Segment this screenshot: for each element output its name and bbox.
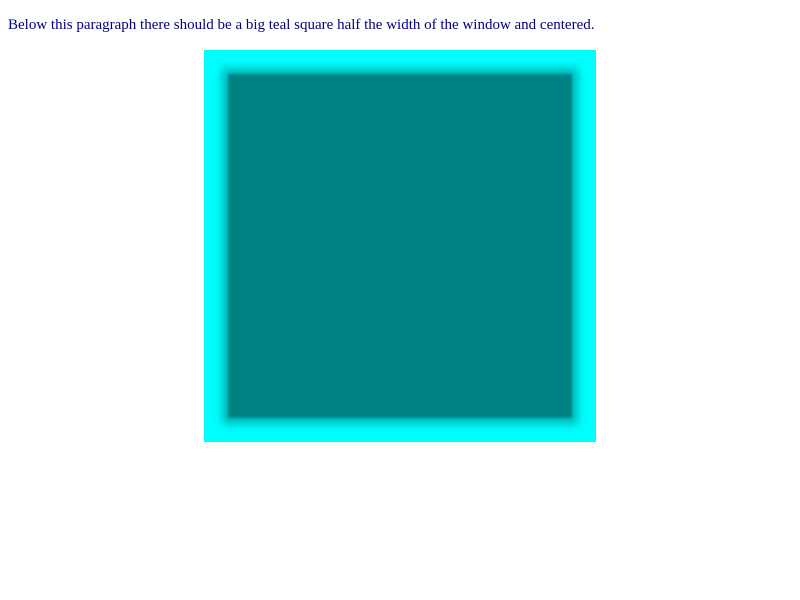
teal-square-inner (232, 78, 568, 414)
instruction-paragraph: Below this paragraph there should be a b… (8, 17, 595, 33)
teal-square (204, 50, 596, 442)
